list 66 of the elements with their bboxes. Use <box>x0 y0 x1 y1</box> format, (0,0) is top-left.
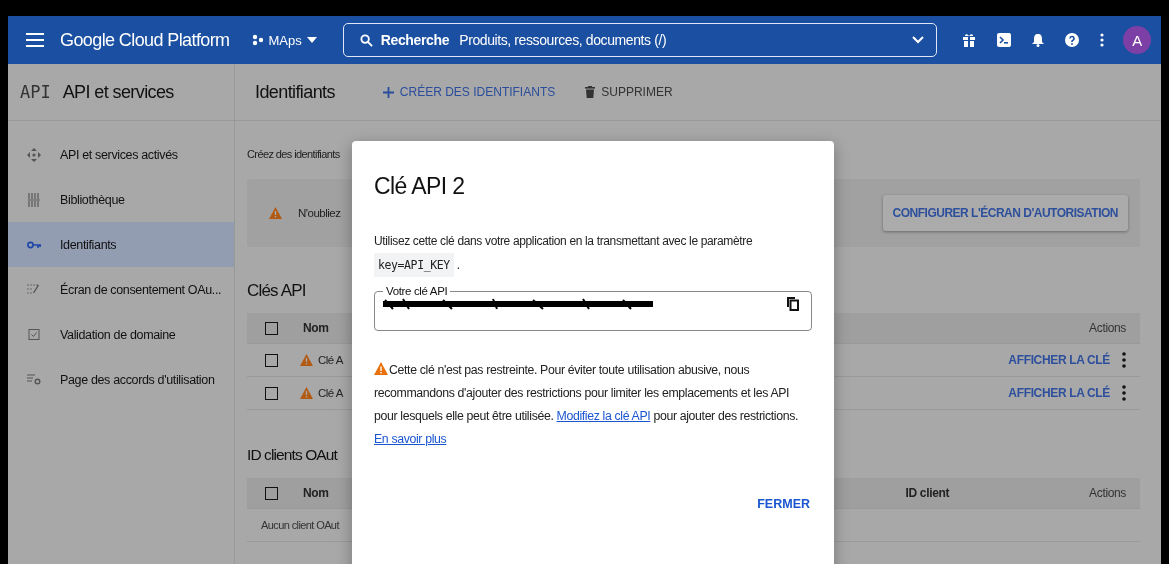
column-header: ID client <box>905 486 950 500</box>
warning-icon <box>300 354 313 366</box>
warning-text: Cette clé n'est pas restreinte. Pour éviter toute utilisation abusive, nous recommandons d'ajouter des restrictions pour limiter les emplacements et les API pour lesquels elle peut être utilisée. Modifiez la clé API pour ajouter des restrictions. En savoir plus <box>374 361 800 448</box>
intro-text: Créez des identifiants <box>247 148 341 162</box>
project-selector[interactable]: MAps <box>247 30 321 50</box>
table-cell: Clé A <box>318 354 343 366</box>
sidebar-item[interactable]: API et services activés <box>8 132 234 177</box>
delete-button[interactable]: SUPPRIMER <box>581 81 677 103</box>
warning-icon <box>300 387 313 399</box>
copy-icon[interactable] <box>787 297 799 311</box>
learn-more-link[interactable]: En savoir plus <box>374 432 447 446</box>
api-logo: API <box>20 82 51 102</box>
trash-icon <box>585 86 596 98</box>
list-gear-icon <box>26 374 42 385</box>
checkbox[interactable] <box>265 386 278 400</box>
empty-message: Aucun client OAut <box>261 519 339 531</box>
period-text: . <box>456 258 460 272</box>
menu-icon[interactable] <box>26 33 44 47</box>
checkbox[interactable] <box>265 353 278 367</box>
chevron-down-icon <box>911 36 924 44</box>
checkbox[interactable] <box>265 321 278 335</box>
search-input[interactable]: Produits, ressources, documents (/) <box>457 31 904 49</box>
library-icon <box>26 192 42 207</box>
sidebar-item[interactable]: Bibliothèque <box>8 177 234 222</box>
checkbox[interactable] <box>265 486 278 500</box>
caret-icon <box>306 37 317 43</box>
help-icon[interactable] <box>1065 33 1079 47</box>
sidebar-item[interactable]: Écran de consentement OAu... <box>8 267 234 312</box>
page-title: Identifiants <box>255 81 335 103</box>
warning-icon <box>269 207 282 219</box>
column-header: Actions <box>1089 486 1126 500</box>
checkbox-icon <box>26 329 42 340</box>
code-snippet: key=API_KEY <box>374 253 454 277</box>
edit-key-link[interactable]: Modifiez la clé API <box>556 409 651 423</box>
search-icon <box>359 33 373 47</box>
notice-text: N'oubliez <box>298 207 341 219</box>
diamond-arrows-icon <box>26 147 42 162</box>
dialog-text: Utilisez cette clé dans votre application en la transmettant avec le paramètre <box>374 234 754 248</box>
column-header: Nom <box>303 486 329 500</box>
sidebar-item[interactable]: Identifiants <box>8 222 234 267</box>
section-title: API et services <box>62 81 174 103</box>
field-label: Votre clé API <box>385 285 449 297</box>
app-title[interactable]: Google Cloud Platform <box>60 29 230 51</box>
search-field[interactable]: Recherche Produits, ressources, documents (/) <box>342 23 937 57</box>
api-key-field[interactable]: Votre clé API <box>374 285 812 331</box>
gift-icon[interactable] <box>962 33 976 47</box>
section-heading: Clés API <box>247 281 306 302</box>
key-icon <box>26 240 42 249</box>
column-header: Nom <box>303 321 329 335</box>
sidebar-item[interactable]: Validation de domaine <box>8 312 234 357</box>
terminal-icon[interactable] <box>997 33 1011 47</box>
dotted-check-icon <box>26 283 42 296</box>
dots-icon <box>251 34 264 46</box>
section-heading: ID clients OAut <box>247 446 337 465</box>
bell-icon[interactable] <box>1032 33 1044 47</box>
avatar[interactable]: A <box>1123 26 1151 54</box>
plus-icon <box>382 86 394 98</box>
sidebar-item[interactable]: Page des accords d'utilisation <box>8 357 234 402</box>
column-header: Actions <box>1089 321 1126 335</box>
more-icon[interactable] <box>1122 385 1126 401</box>
table-cell: Clé A <box>318 387 343 399</box>
more-icon[interactable] <box>1100 33 1104 47</box>
close-button[interactable]: FERMER <box>755 493 812 515</box>
warning-icon <box>374 362 388 375</box>
more-icon[interactable] <box>1122 352 1126 368</box>
dialog-title: Clé API 2 <box>374 173 466 200</box>
